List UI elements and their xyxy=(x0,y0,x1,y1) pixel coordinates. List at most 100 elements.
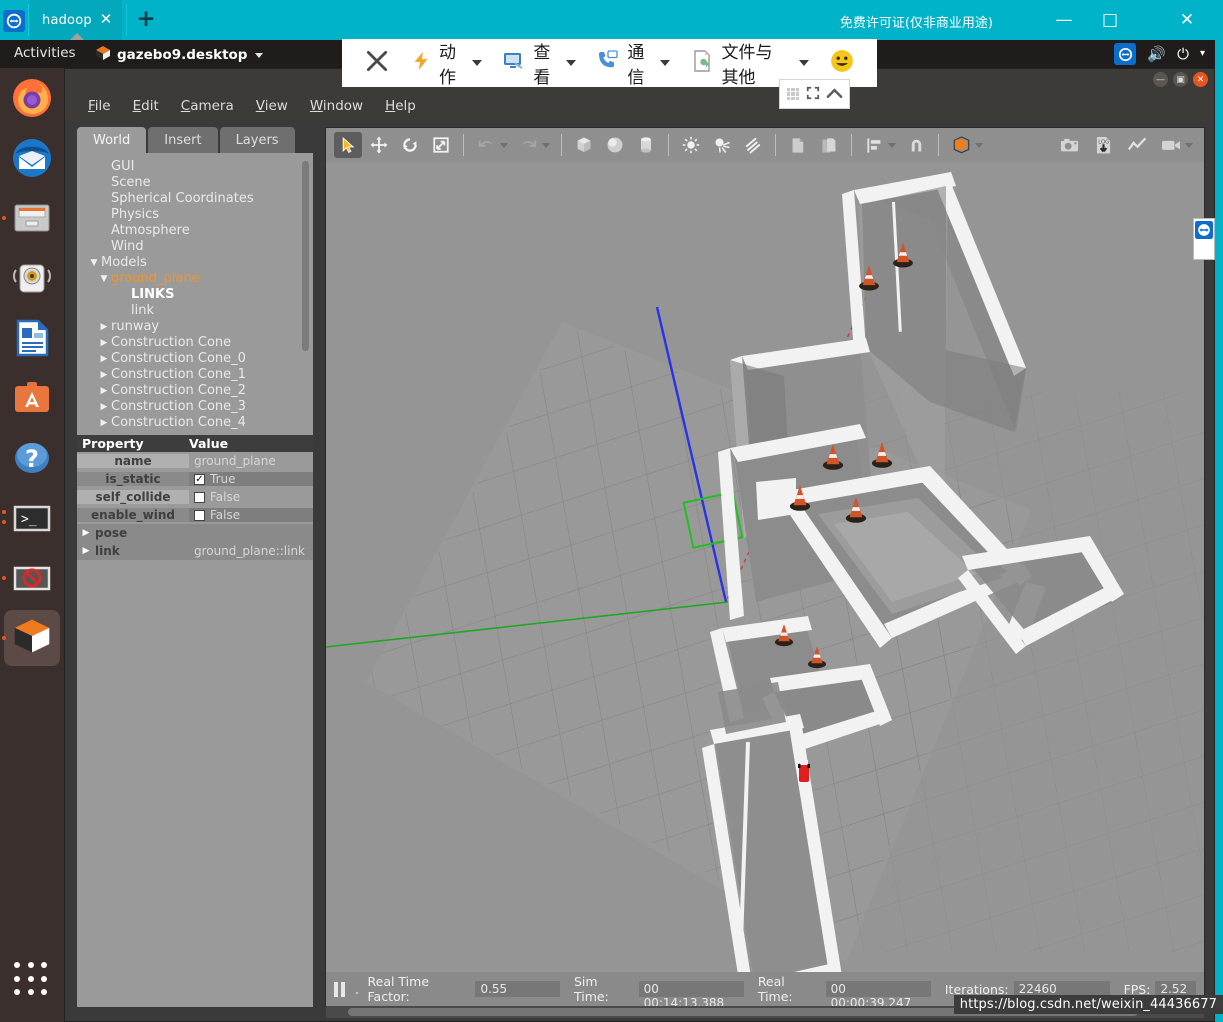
sphere-icon[interactable] xyxy=(601,132,629,158)
tree-item[interactable]: ▶ runway xyxy=(87,319,313,335)
volume-icon[interactable]: 🔊 xyxy=(1147,44,1166,64)
rotate-icon[interactable] xyxy=(396,132,424,158)
chevron-down-icon[interactable] xyxy=(542,142,550,148)
show-applications-button[interactable] xyxy=(14,962,50,998)
gazebo-minimize-button[interactable]: — xyxy=(1153,72,1168,87)
dock-item-files[interactable] xyxy=(0,188,64,248)
tree-twisty-collapsed-icon[interactable]: ▶ xyxy=(77,528,95,538)
translate-icon[interactable] xyxy=(365,132,393,158)
dock-item-firefox[interactable] xyxy=(0,68,64,128)
chevron-down-icon[interactable] xyxy=(975,142,983,148)
menu-camera[interactable]: Camera xyxy=(170,95,245,117)
power-icon[interactable]: ⏻ xyxy=(1177,44,1189,64)
dock-item-libreoffice-writer[interactable] xyxy=(0,308,64,368)
tv-communicate-menu[interactable]: 通信 xyxy=(588,35,678,91)
tree-twisty-expanded-icon[interactable]: ▼ xyxy=(97,271,111,287)
window-maximize-button[interactable]: □ xyxy=(1087,0,1133,40)
tv-close-session-button[interactable] xyxy=(356,45,398,81)
tree-item[interactable]: ▶ Construction Cone_3 xyxy=(87,399,313,415)
tab-layers[interactable]: Layers xyxy=(219,127,295,153)
tree-item[interactable]: ▼ Models xyxy=(87,255,313,271)
tv-actions-menu[interactable]: 动作 xyxy=(402,35,490,91)
teamviewer-side-tab[interactable] xyxy=(1193,218,1215,260)
cylinder-icon[interactable] xyxy=(632,132,660,158)
teamviewer-tray-icon[interactable] xyxy=(1114,43,1137,65)
box-icon[interactable] xyxy=(570,132,598,158)
dock-item-gazebo[interactable] xyxy=(0,608,64,668)
video-record-icon[interactable] xyxy=(1157,132,1185,158)
spot-light-icon[interactable] xyxy=(708,132,736,158)
plot-icon[interactable] xyxy=(1123,132,1151,158)
chevron-down-icon[interactable] xyxy=(888,142,896,148)
scale-icon[interactable] xyxy=(427,132,455,158)
tree-item[interactable]: Physics xyxy=(87,207,313,223)
tree-twisty-collapsed-icon[interactable]: ▶ xyxy=(97,383,111,399)
dock-item-ubuntu-software[interactable] xyxy=(0,368,64,428)
pause-icon[interactable] xyxy=(334,981,346,997)
snap-icon[interactable] xyxy=(902,132,930,158)
point-light-icon[interactable] xyxy=(677,132,705,158)
property-row[interactable]: self_collide False xyxy=(77,488,313,506)
tree-twisty-collapsed-icon[interactable]: ▶ xyxy=(97,335,111,351)
window-minimize-button[interactable]: — xyxy=(1041,0,1087,40)
gazebo-maximize-button[interactable]: ▣ xyxy=(1173,72,1188,87)
property-expandable-row[interactable]: ▶ link ground_plane::link xyxy=(77,542,313,560)
tree-item[interactable]: ▶ Construction Cone_1 xyxy=(87,367,313,383)
new-tab-button[interactable]: + xyxy=(135,8,157,31)
property-checkbox[interactable] xyxy=(194,509,205,521)
tree-twisty-collapsed-icon[interactable]: ▶ xyxy=(97,319,111,335)
tree-item[interactable]: ▶ Construction Cone_0 xyxy=(87,351,313,367)
tv-smiley-button[interactable] xyxy=(821,45,863,81)
dock-item-thunderbird[interactable] xyxy=(0,128,64,188)
expand-icon[interactable] xyxy=(806,85,820,104)
tree-twisty-collapsed-icon[interactable]: ▶ xyxy=(97,351,111,367)
directional-light-icon[interactable] xyxy=(739,132,767,158)
tree-item[interactable]: GUI xyxy=(87,159,313,175)
menu-file[interactable]: File xyxy=(77,95,122,117)
dock-item-rhythmbox[interactable] xyxy=(0,248,64,308)
property-checkbox[interactable] xyxy=(194,491,205,503)
copy-icon[interactable] xyxy=(784,132,812,158)
tree-twisty-collapsed-icon[interactable]: ▶ xyxy=(97,367,111,383)
menu-window[interactable]: Window xyxy=(299,95,374,117)
chevron-down-icon[interactable] xyxy=(1185,142,1193,148)
property-row[interactable]: enable_wind False xyxy=(77,506,313,524)
tree-item[interactable]: Wind xyxy=(87,239,313,255)
app-menu[interactable]: gazebo9.desktop xyxy=(95,45,264,65)
property-row[interactable]: name ground_plane xyxy=(77,452,313,470)
tree-twisty-collapsed-icon[interactable]: ▶ xyxy=(97,399,111,415)
tree-item[interactable]: Spherical Coordinates xyxy=(87,191,313,207)
tv-view-menu[interactable]: 查看 xyxy=(494,35,584,91)
dock-item-help[interactable]: ? xyxy=(0,428,64,488)
tree-item[interactable]: ▶ Construction Cone_2 xyxy=(87,383,313,399)
property-row[interactable]: is_static ✓ True xyxy=(77,470,313,488)
chevron-up-icon[interactable] xyxy=(826,85,843,104)
tree-item[interactable]: ▼ ground_plane xyxy=(87,271,313,287)
view-angle-icon[interactable] xyxy=(947,132,975,158)
screenshot-icon[interactable] xyxy=(1055,132,1083,158)
chevron-down-icon[interactable]: ▾ xyxy=(1200,44,1205,64)
tree-item[interactable]: ▶ Construction Cone xyxy=(87,335,313,351)
property-checkbox[interactable]: ✓ xyxy=(194,473,205,485)
tree-item[interactable]: ▶ Construction Cone_4 xyxy=(87,415,313,431)
tree-twisty-collapsed-icon[interactable]: ▶ xyxy=(97,415,111,431)
dock-item-no-entry[interactable] xyxy=(0,548,64,608)
align-icon[interactable] xyxy=(860,132,888,158)
step-icon[interactable]: . xyxy=(354,981,359,997)
select-arrow-icon[interactable] xyxy=(334,132,362,158)
gazebo-close-button[interactable]: ✕ xyxy=(1193,72,1208,87)
tab-world[interactable]: World xyxy=(77,127,147,153)
dock-item-terminal[interactable]: >_ xyxy=(0,488,64,548)
3d-scene-viewport[interactable] xyxy=(326,162,1204,972)
log-record-icon[interactable]: LOG xyxy=(1089,132,1117,158)
tree-item[interactable]: Scene xyxy=(87,175,313,191)
redo-icon[interactable] xyxy=(514,132,542,158)
activities-button[interactable]: Activities xyxy=(14,45,76,61)
tab-close-icon[interactable]: ✕ xyxy=(98,11,114,27)
tree-twisty-expanded-icon[interactable]: ▼ xyxy=(87,255,101,271)
tree-item[interactable]: LINKS xyxy=(87,287,313,303)
tree-item[interactable]: Atmosphere xyxy=(87,223,313,239)
tree-scrollbar[interactable] xyxy=(302,161,309,429)
tree-item[interactable]: link xyxy=(87,303,313,319)
tab-insert[interactable]: Insert xyxy=(148,127,218,153)
